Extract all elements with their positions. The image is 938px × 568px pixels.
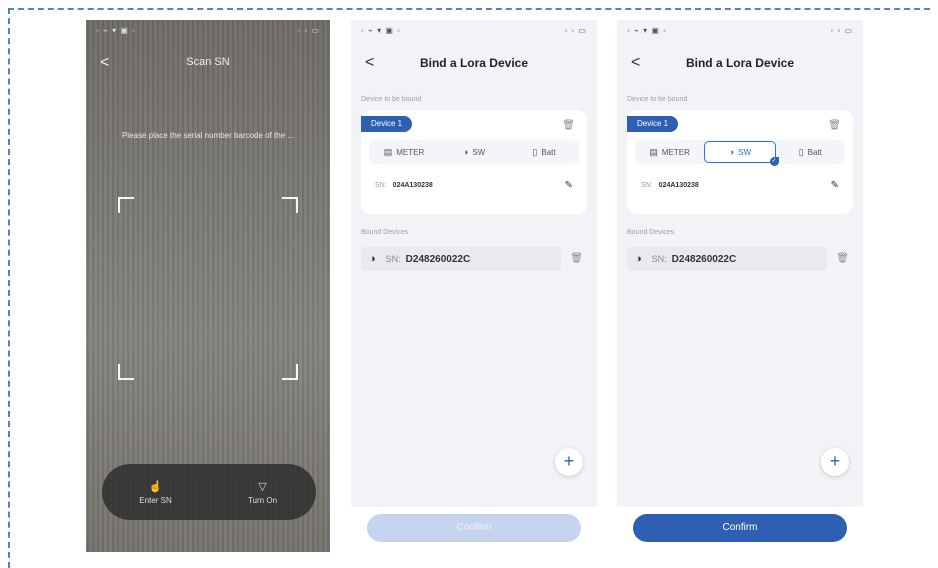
meter-icon: ▤ <box>649 146 658 157</box>
turn-on-label: Turn On <box>247 495 278 505</box>
flashlight-icon: ▽ <box>258 480 267 493</box>
switch-icon: ◑ <box>728 147 735 157</box>
scan-hint-text: Please place the serial number barcode o… <box>121 131 295 140</box>
stored-sn-value: D248260022C <box>405 253 471 265</box>
scan-frame-corner <box>118 197 134 213</box>
hand-icon: ☝ <box>148 480 163 493</box>
type-option-meter[interactable]: ▤ METER <box>369 142 439 162</box>
dashed-border-top <box>8 8 930 10</box>
trash-icon[interactable]: 🗑 <box>828 120 841 131</box>
section-label-to-bind: Device to be bound <box>361 96 422 103</box>
status-bar: ◦ ⌁ ▾ ▣ ◦ ◦ ◦ ▭ <box>361 26 587 35</box>
page-title: Scan SN <box>186 56 230 68</box>
scan-sn-screen: ◦ ⌁ ▾ ▣ ◦ ◦ ◦ ▭ < Scan SN Please place th… <box>86 20 330 552</box>
sn-row: SN: 024A130238 ✎ <box>641 180 839 191</box>
enter-sn-label: Enter SN <box>139 495 172 505</box>
battery-icon: ▯ <box>532 146 538 157</box>
device-card: Device 1 🗑 ▤ METER ◑ SW ✓ ▯ Batt SN: 024A130… <box>627 110 853 214</box>
type-label: SW <box>472 147 486 157</box>
scan-frame-corner <box>282 364 298 380</box>
type-label: METER <box>661 147 690 157</box>
trash-icon[interactable]: 🗑 <box>570 253 583 264</box>
type-option-batt[interactable]: ▯ Batt <box>509 142 579 162</box>
status-bar: ◦ ⌁ ▾ ▣ ◦ ◦ ◦ ▭ <box>627 26 853 35</box>
turn-on-flashlight-button[interactable]: ▽ Turn On <box>209 464 316 520</box>
sn-label: SN: <box>641 182 653 189</box>
section-label-bound: Bound Devices <box>627 229 675 236</box>
scan-frame-corner <box>282 197 298 213</box>
switch-icon: ◑ <box>635 253 642 265</box>
add-device-button[interactable]: + <box>555 448 583 476</box>
edit-pen-icon[interactable]: ✎ <box>565 180 573 191</box>
edit-pen-icon[interactable]: ✎ <box>831 180 839 191</box>
confirm-button[interactable]: Confirm <box>633 514 847 542</box>
type-option-sw-selected[interactable]: ◑ SW ✓ <box>704 141 779 166</box>
device-type-selector: ▤ METER ◑ SW ✓ ▯ Batt <box>635 140 845 166</box>
status-bar: ◦ ⌁ ▾ ▣ ◦ ◦ ◦ ▭ <box>96 26 320 35</box>
section-label-bound: Bound Devices <box>361 229 409 236</box>
switch-icon: ◑ <box>369 253 376 265</box>
bind-device-screen: ◦ ⌁ ▾ ▣ ◦ ◦ ◦ ▭ < Bind a Lora Device Devi… <box>351 20 597 552</box>
enter-sn-button[interactable]: ☝ Enter SN <box>102 464 209 520</box>
device-badge: Device 1 <box>627 116 679 132</box>
bind-device-screen-selected: ◦ ⌁ ▾ ▣ ◦ ◦ ◦ ▭ < Bind a Lora Device Devi… <box>617 20 863 552</box>
trash-icon[interactable]: 🗑 <box>562 120 575 131</box>
sn-value: 024A130238 <box>392 182 433 189</box>
sn-label: SN: <box>375 182 387 189</box>
sn-label: SN: <box>385 254 401 264</box>
meter-icon: ▤ <box>383 146 393 157</box>
switch-icon: ◑ <box>462 147 469 157</box>
stored-device-row: ◑ SN: D248260022C <box>627 247 827 271</box>
scan-frame-corner <box>118 364 134 380</box>
device-type-selector: ▤ METER ◑ SW ▯ Batt <box>369 140 579 164</box>
add-device-button[interactable]: + <box>821 448 849 476</box>
type-option-meter[interactable]: ▤ METER <box>635 142 704 162</box>
page-title: Bind a Lora Device <box>419 56 529 70</box>
type-label: METER <box>396 147 425 157</box>
type-label: SW <box>738 147 752 157</box>
sn-row: SN: 024A130238 ✎ <box>375 180 573 191</box>
type-label: Batt <box>807 147 822 157</box>
type-option-sw[interactable]: ◑ SW <box>439 142 509 162</box>
device-badge: Device 1 <box>361 116 413 132</box>
sn-value: 024A130238 <box>658 182 699 189</box>
device-card: Device 1 🗑 ▤ METER ◑ SW ▯ Batt SN: 024A1302… <box>361 110 587 214</box>
stored-device-row: ◑ SN: D248260022C <box>361 247 561 271</box>
scan-action-bar: ☝ Enter SN ▽ Turn On <box>102 464 316 520</box>
stored-sn-value: D248260022C <box>671 253 737 265</box>
confirm-button[interactable]: Confirm <box>367 514 581 542</box>
page-title: Bind a Lora Device <box>685 56 795 70</box>
dashed-border-left <box>8 8 10 568</box>
sn-label: SN: <box>651 254 667 264</box>
type-option-batt[interactable]: ▯ Batt <box>776 142 845 162</box>
trash-icon[interactable]: 🗑 <box>836 253 849 264</box>
section-label-to-bind: Device to be bound <box>627 96 688 103</box>
type-label: Batt <box>541 147 556 157</box>
battery-icon: ▯ <box>798 146 804 157</box>
